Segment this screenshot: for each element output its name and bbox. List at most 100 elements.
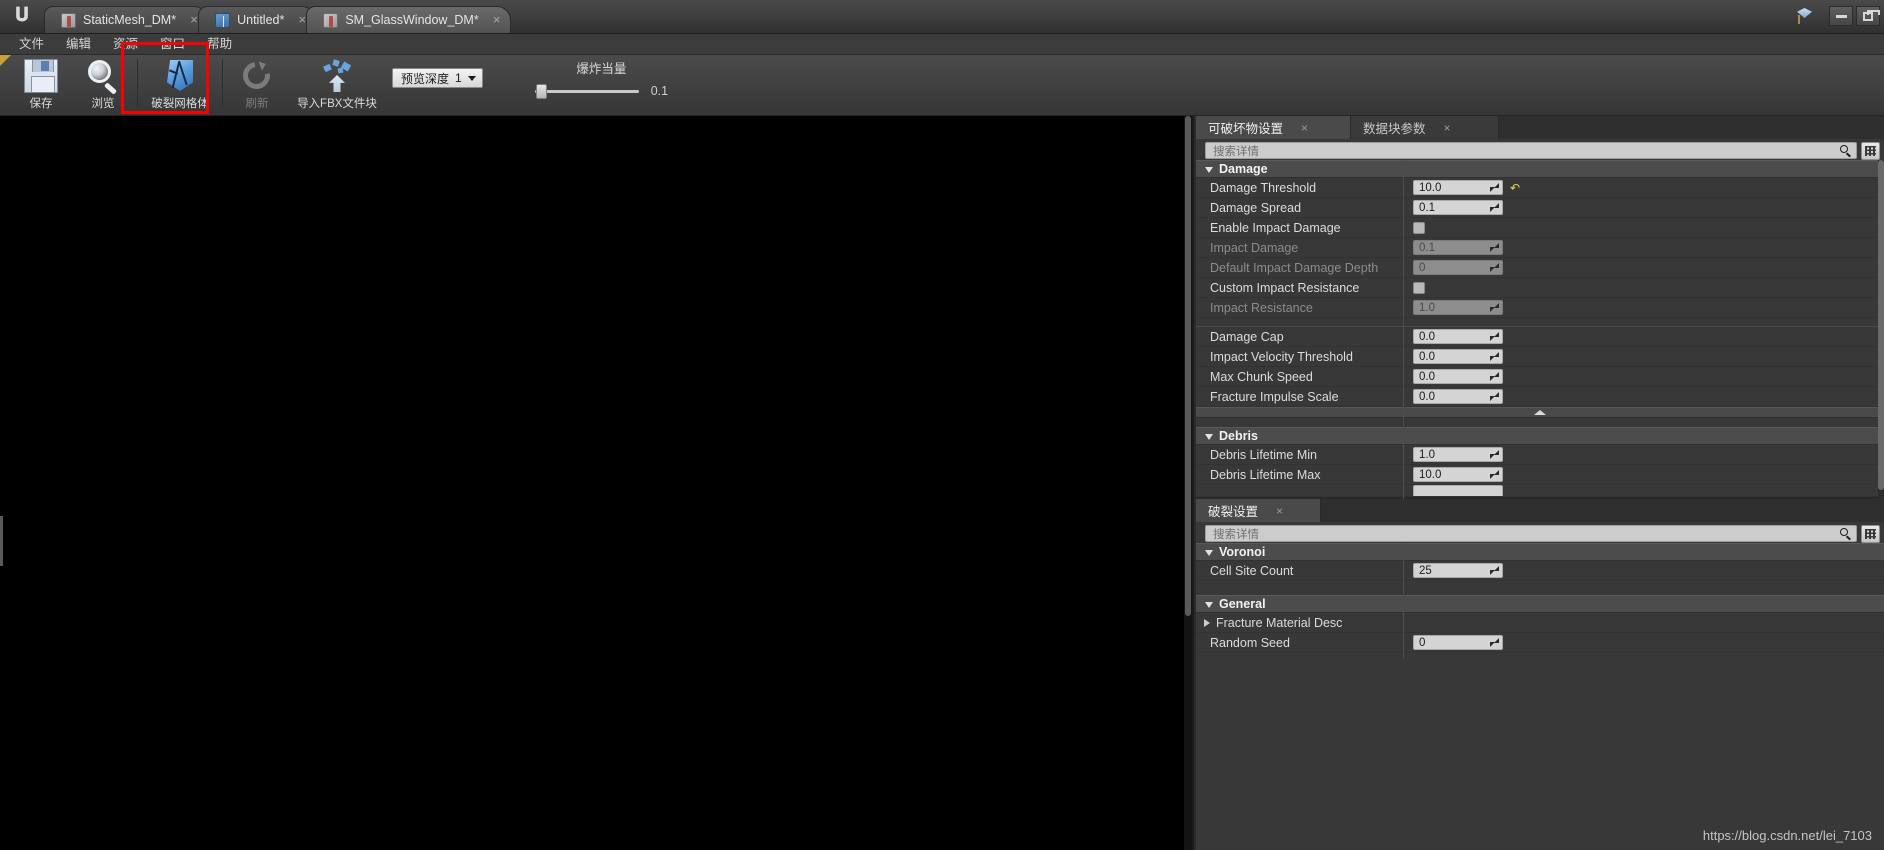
- spinner-icon[interactable]: [1490, 203, 1499, 212]
- menu-edit[interactable]: 编辑: [55, 34, 102, 55]
- category-label: General: [1219, 597, 1266, 611]
- tab-destructible-settings[interactable]: 可破坏物设置 ×: [1196, 116, 1351, 139]
- browse-button[interactable]: 浏览: [72, 55, 134, 113]
- menu-help[interactable]: 帮助: [196, 34, 243, 55]
- spinner-icon[interactable]: [1490, 566, 1499, 575]
- category-header-debris[interactable]: Debris: [1196, 427, 1884, 445]
- grid-view-icon[interactable]: [1861, 141, 1880, 160]
- spinner-icon[interactable]: [1490, 332, 1499, 341]
- custom-impact-resistance-checkbox[interactable]: [1413, 281, 1425, 294]
- category-label: Debris: [1219, 429, 1258, 443]
- slider-thumb[interactable]: [535, 83, 547, 99]
- refresh-icon: [237, 56, 276, 95]
- property-row-custom-impact-resistance[interactable]: Custom Impact Resistance: [1196, 278, 1884, 298]
- property-row-debris-lifetime-max[interactable]: Debris Lifetime Max 10.0: [1196, 465, 1884, 485]
- property-label: Damage Cap: [1210, 329, 1284, 344]
- refresh-button-label: 刷新: [245, 98, 269, 110]
- save-button[interactable]: 保存: [10, 55, 72, 113]
- spinner-icon[interactable]: [1490, 450, 1499, 459]
- category-header-damage[interactable]: Damage: [1196, 160, 1884, 178]
- window-tab-label: SM_GlassWindow_DM*: [345, 13, 479, 27]
- import-fbx-chunks-button[interactable]: 导入FBX文件块: [288, 55, 386, 113]
- browse-icon: [86, 59, 120, 95]
- reset-to-default-icon[interactable]: ↶: [1510, 182, 1520, 194]
- explode-amount-slider[interactable]: [534, 83, 639, 99]
- section-collapse-handle[interactable]: [1196, 407, 1884, 418]
- field-value: 1.0: [1419, 301, 1435, 314]
- max-chunk-speed-input[interactable]: 0.0: [1413, 369, 1503, 384]
- restore-button[interactable]: [1856, 6, 1880, 26]
- tab-chunk-parameters[interactable]: 数据块参数 ×: [1351, 116, 1499, 139]
- window-tab-staticmesh-dm[interactable]: StaticMesh_DM* ×: [44, 6, 209, 33]
- close-icon[interactable]: ×: [1276, 504, 1283, 518]
- property-row-damage-spread[interactable]: Damage Spread 0.1: [1196, 198, 1884, 218]
- menu-file[interactable]: 文件: [8, 34, 55, 55]
- spinner-icon[interactable]: [1490, 352, 1499, 361]
- fracture-mesh-button-label: 破裂网格体: [151, 98, 209, 110]
- property-row-impact-velocity-threshold[interactable]: Impact Velocity Threshold 0.0: [1196, 347, 1884, 367]
- spinner-icon[interactable]: [1490, 392, 1499, 401]
- browse-button-label: 浏览: [91, 98, 115, 110]
- random-seed-input[interactable]: 0: [1413, 635, 1503, 650]
- property-row-max-chunk-speed[interactable]: Max Chunk Speed 0.0: [1196, 367, 1884, 387]
- impact-damage-input: 0.1: [1413, 240, 1503, 255]
- grid-view-icon[interactable]: [1861, 524, 1880, 543]
- category-header-general[interactable]: General: [1196, 595, 1884, 613]
- field-value: 10.0: [1419, 181, 1442, 194]
- viewport-left-handle[interactable]: [0, 516, 3, 566]
- window-controls: [1792, 0, 1884, 33]
- search-input[interactable]: 搜索详情: [1205, 142, 1857, 159]
- column-separator[interactable]: [1403, 543, 1404, 659]
- search-input[interactable]: 搜索详情: [1205, 525, 1857, 542]
- menu-bar: 文件 编辑 资源 窗口 帮助: [0, 34, 1884, 55]
- close-icon[interactable]: ×: [1444, 121, 1451, 135]
- menu-assets[interactable]: 资源: [102, 34, 149, 55]
- tab-fracture-settings[interactable]: 破裂设置 ×: [1196, 499, 1321, 522]
- damage-cap-input[interactable]: 0.0: [1413, 329, 1503, 344]
- clipped-input[interactable]: [1413, 485, 1503, 496]
- spinner-icon[interactable]: [1490, 183, 1499, 192]
- property-row-cell-site-count[interactable]: Cell Site Count 25: [1196, 561, 1884, 581]
- fracture-mesh-button[interactable]: 破裂网格体: [141, 55, 219, 113]
- spinner-icon[interactable]: [1490, 372, 1499, 381]
- spinner-icon[interactable]: [1490, 470, 1499, 479]
- minimize-button[interactable]: [1829, 6, 1853, 26]
- cell-site-count-input[interactable]: 25: [1413, 563, 1503, 578]
- scrollbar-thumb[interactable]: [1878, 160, 1884, 490]
- viewport-scrollbar[interactable]: [1184, 116, 1192, 850]
- debris-lifetime-max-input[interactable]: 10.0: [1413, 467, 1503, 482]
- window-tab-sm-glasswindow-dm[interactable]: SM_GlassWindow_DM* ×: [306, 6, 511, 33]
- scrollbar-thumb[interactable]: [1185, 116, 1191, 616]
- preview-depth-value: 1: [455, 71, 462, 85]
- close-icon[interactable]: ×: [1301, 121, 1308, 135]
- refresh-button[interactable]: 刷新: [226, 55, 288, 113]
- spinner-icon: [1490, 303, 1499, 312]
- property-row-enable-impact-damage[interactable]: Enable Impact Damage: [1196, 218, 1884, 238]
- property-row-fracture-impulse-scale[interactable]: Fracture Impulse Scale 0.0: [1196, 387, 1884, 407]
- property-row-random-seed[interactable]: Random Seed 0: [1196, 633, 1884, 653]
- close-icon[interactable]: ×: [490, 13, 504, 27]
- main-toolbar: 保存 浏览 破裂网格体 刷新 导入FBX文件块 预览深度 1 爆炸当量 0.1: [0, 42, 1884, 116]
- debris-lifetime-min-input[interactable]: 1.0: [1413, 447, 1503, 462]
- property-row-debris-lifetime-min[interactable]: Debris Lifetime Min 1.0: [1196, 445, 1884, 465]
- watermark: https://blog.csdn.net/lei_7103: [1702, 828, 1872, 843]
- field-value: 1.0: [1419, 448, 1435, 461]
- category-header-voronoi[interactable]: Voronoi: [1196, 543, 1884, 561]
- enable-impact-damage-checkbox[interactable]: [1413, 221, 1425, 234]
- import-fbx-button-label: 导入FBX文件块: [297, 98, 377, 110]
- preview-depth-dropdown[interactable]: 预览深度 1: [392, 68, 483, 88]
- damage-threshold-input[interactable]: 10.0: [1413, 180, 1503, 195]
- menu-window[interactable]: 窗口: [149, 34, 196, 55]
- property-row-damage-threshold[interactable]: Damage Threshold 10.0 ↶: [1196, 178, 1884, 198]
- fracture-impulse-scale-input[interactable]: 0.0: [1413, 389, 1503, 404]
- property-label: Impact Damage: [1210, 240, 1299, 255]
- mesh-preview-viewport[interactable]: [0, 116, 1194, 850]
- damage-spread-input[interactable]: 0.1: [1413, 200, 1503, 215]
- impact-velocity-threshold-input[interactable]: 0.0: [1413, 349, 1503, 364]
- property-row-damage-cap[interactable]: Damage Cap 0.0: [1196, 327, 1884, 347]
- toolbar-divider: [222, 59, 223, 107]
- window-tab-untitled[interactable]: Untitled* ×: [198, 6, 317, 33]
- chevron-right-icon[interactable]: [1204, 618, 1210, 627]
- spinner-icon[interactable]: [1490, 638, 1499, 647]
- property-row-fracture-material-desc[interactable]: Fracture Material Desc: [1196, 613, 1884, 633]
